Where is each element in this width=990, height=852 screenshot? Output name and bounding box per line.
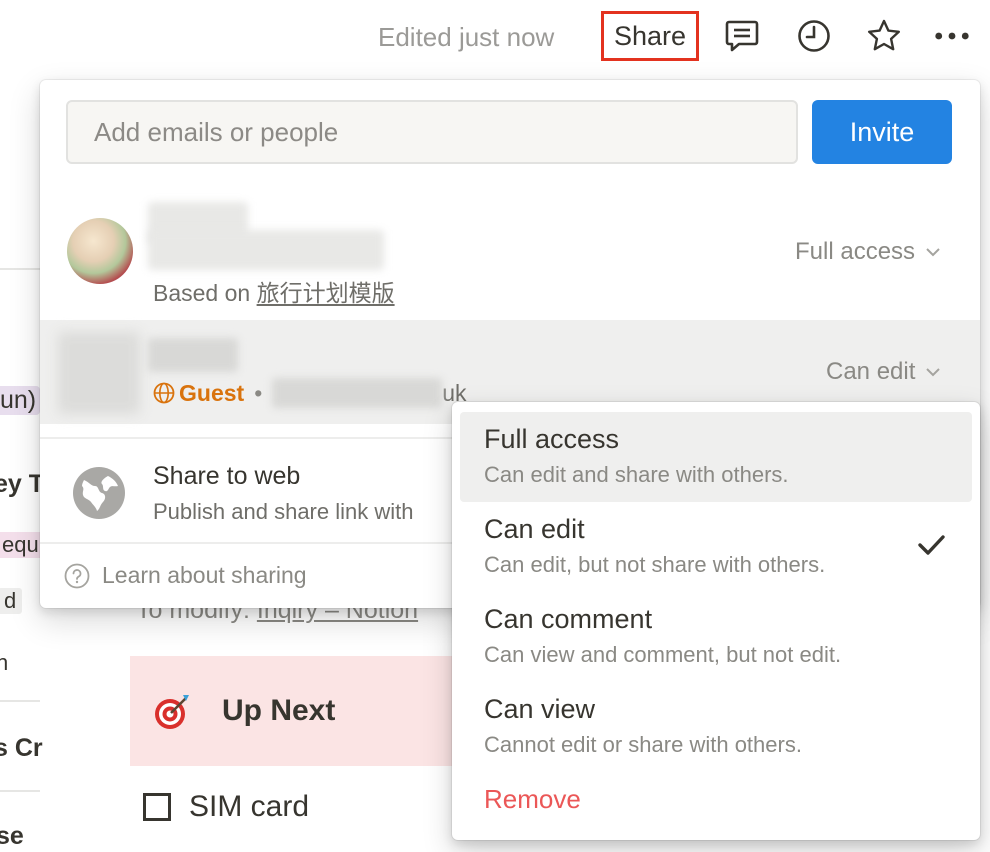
page-title-fragment: se [0, 822, 24, 850]
page-tag-fragment: d [0, 588, 23, 614]
remove-member-button[interactable]: Remove [484, 784, 581, 815]
target-icon [152, 692, 192, 732]
page-divider [0, 700, 40, 702]
page-divider [0, 790, 40, 792]
share-to-web-subtitle: Publish and share link with [153, 499, 414, 524]
learn-about-sharing-link[interactable]: Learn about sharing [64, 562, 307, 589]
chevron-down-icon [926, 368, 941, 377]
page-tag-fragment: un) [0, 386, 41, 415]
clock-icon[interactable] [796, 18, 832, 54]
globe-icon [72, 466, 126, 520]
template-link[interactable]: 旅行计划模版 [257, 280, 395, 306]
avatar [67, 218, 133, 284]
share-button[interactable]: Share [601, 11, 699, 61]
member-access-dropdown[interactable]: Can edit [826, 358, 941, 386]
permission-option-can-view[interactable]: Can view Cannot edit or share with other… [460, 682, 972, 772]
invite-button[interactable]: Invite [812, 100, 952, 164]
share-to-web-title[interactable]: Share to web [153, 462, 300, 491]
page-title-fragment: s Cr [0, 734, 43, 762]
todo-checkbox[interactable] [143, 793, 171, 821]
help-icon [64, 563, 90, 588]
permission-option-can-edit[interactable]: Can edit Can edit, but not share with ot… [460, 502, 972, 592]
guest-info: Guest • uk [153, 378, 467, 408]
page-title-fragment: ey T [0, 470, 45, 498]
member-access-dropdown[interactable]: Full access [795, 238, 941, 266]
permission-menu: Full access Can edit and share with othe… [452, 402, 980, 840]
callout-title: Up Next [222, 694, 336, 727]
guest-label: Guest [179, 379, 245, 406]
top-bar: Edited just now Share [0, 0, 990, 76]
email-input[interactable]: Add emails or people [66, 100, 798, 164]
redacted-email [272, 378, 443, 408]
avatar [58, 332, 140, 414]
more-icon[interactable] [934, 18, 970, 54]
page-divider [0, 268, 40, 270]
based-on-text: Based on 旅行计划模版 [153, 280, 395, 306]
redacted-email [148, 230, 384, 270]
comment-icon[interactable] [724, 18, 760, 54]
chevron-down-icon [926, 248, 940, 257]
permission-option-can-comment[interactable]: Can comment Can view and comment, but no… [460, 592, 972, 682]
todo-item-label: SIM card [189, 790, 310, 823]
edited-status: Edited just now [378, 22, 555, 52]
permission-option-full-access[interactable]: Full access Can edit and share with othe… [460, 412, 972, 502]
page-text-fragment: n [0, 650, 9, 675]
redacted-name [148, 338, 238, 372]
globe-icon [153, 382, 175, 404]
star-icon[interactable] [866, 18, 902, 54]
checkmark-icon [918, 535, 945, 555]
